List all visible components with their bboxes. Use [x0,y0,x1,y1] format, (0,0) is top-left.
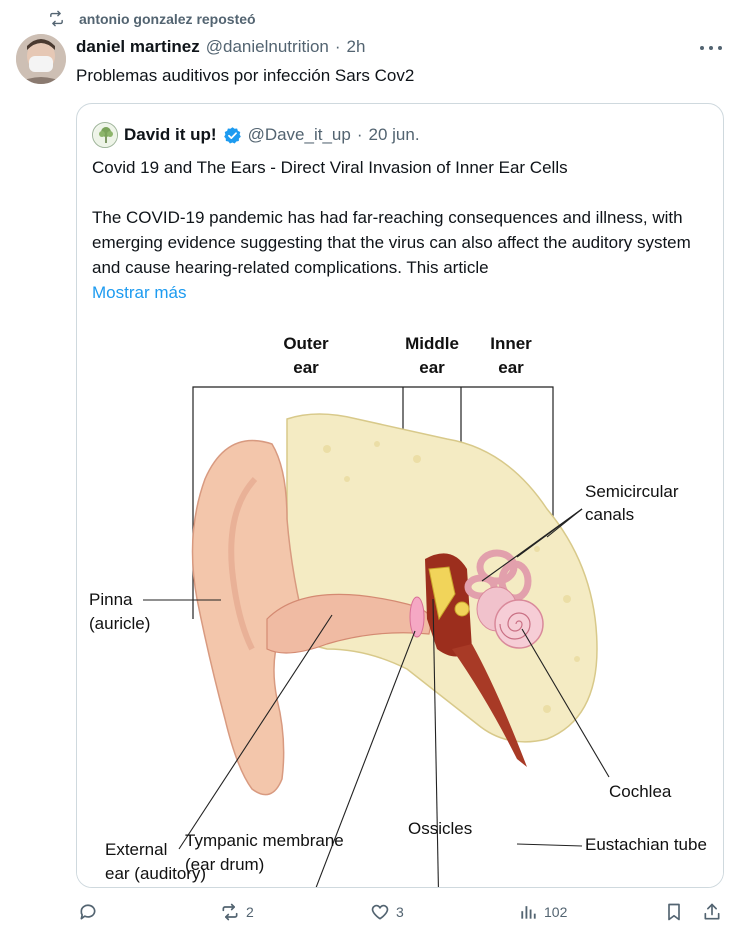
bookmark-button[interactable] [664,902,684,922]
author-name[interactable]: daniel martinez [76,37,200,57]
heart-icon [371,904,389,920]
eustachian-tube-label: Eustachian tube [585,835,707,854]
pinna-label: Pinna [89,590,133,609]
tweet-actions: 2 3 102 [78,902,728,932]
reply-button[interactable] [78,902,104,922]
cochlea-label: Cochlea [609,782,672,801]
pinna-label: (auricle) [89,614,150,633]
repost-icon [222,903,238,921]
external-ear-canal-label: canal [105,887,146,888]
tympanic-membrane-label: Tympanic membrane [185,831,344,850]
avatar[interactable] [16,34,66,84]
views-button[interactable]: 102 [518,902,567,922]
more-options-button[interactable] [700,38,722,58]
bookmark-icon [668,903,680,921]
external-ear-canal-label: External [105,840,167,859]
quote-paragraph: The COVID-19 pandemic has had far-reachi… [92,208,691,277]
quote-author-handle[interactable]: @Dave_it_up [248,125,351,145]
quote-date[interactable]: 20 jun. [369,125,420,145]
repost-indicator[interactable]: antonio gonzalez reposteó [48,10,256,27]
quote-title: Covid 19 and The Ears - Direct Viral Inv… [92,158,568,177]
reply-icon [80,904,96,920]
middle-ear-label: ear [419,358,445,377]
dot-icon [700,46,704,50]
middle-ear-label: Middle [405,334,459,353]
dot-icon [718,46,722,50]
dot-icon [709,46,713,50]
semicircular-canals-label: canals [585,505,634,524]
like-count: 3 [396,904,404,920]
outer-ear-label: ear [293,358,319,377]
views-count: 102 [544,904,568,920]
inner-ear-label: ear [498,358,524,377]
quote-author-name[interactable]: David it up! [124,125,217,145]
separator: · [334,37,341,56]
quote-avatar[interactable] [92,122,118,148]
repost-text: antonio gonzalez reposteó [79,10,256,27]
quote-header: David it up! @Dave_it_up · 20 jun. [92,122,420,148]
author-handle[interactable]: @danielnutrition [206,37,329,57]
repost-button[interactable]: 2 [220,902,254,922]
repost-icon [50,10,63,27]
repost-count: 2 [246,904,254,920]
like-button[interactable]: 3 [370,902,404,922]
semicircular-canals-label: Semicircular [585,482,679,501]
outer-ear-label: Outer [283,334,329,353]
show-more-link[interactable]: Mostrar más [92,280,712,305]
tympanic-membrane-label: (ear drum) [185,855,265,874]
tweet-text: Problemas auditivos por infección Sars C… [76,66,415,85]
tweet-time[interactable]: 2h [347,37,366,57]
quoted-tweet[interactable]: David it up! @Dave_it_up · 20 jun. Covid… [76,103,724,888]
verified-badge-icon [223,126,241,143]
inner-ear-label: Inner [490,334,532,353]
quote-body: Covid 19 and The Ears - Direct Viral Inv… [92,155,712,305]
ossicles-label: Ossicles [408,819,473,838]
ear-diagram-image[interactable]: Outer ear Middle ear Inner ear Semicircu… [77,319,723,888]
share-button[interactable] [702,902,722,922]
separator: · [356,125,363,144]
share-icon [704,903,720,920]
views-chart-icon [521,906,536,919]
tweet-header: daniel martinez @danielnutrition · 2h [76,37,365,57]
